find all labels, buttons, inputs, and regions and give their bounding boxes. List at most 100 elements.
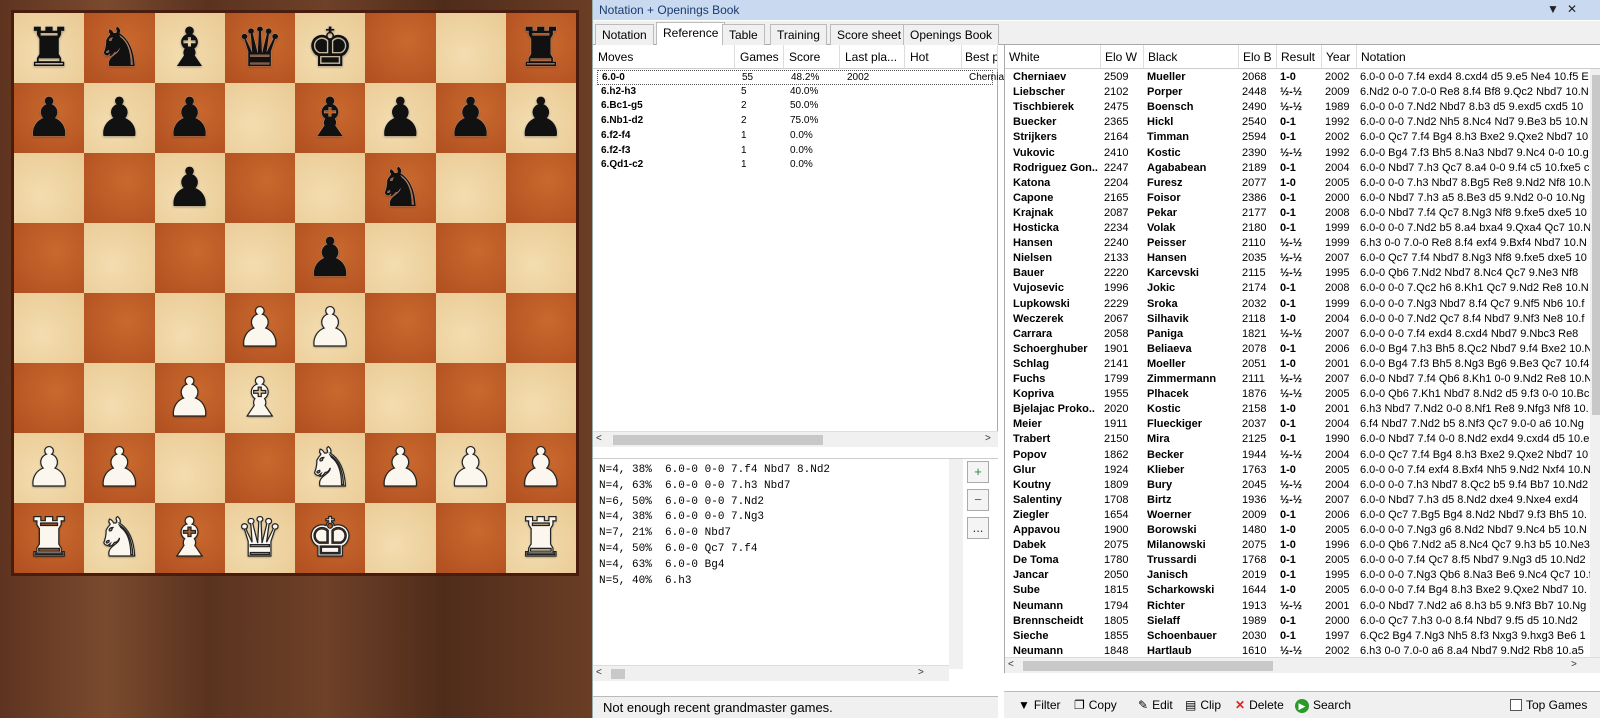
search-button[interactable]: ▶ Search [1295, 698, 1351, 713]
square-h7[interactable]: ♟ [505, 83, 576, 153]
game-row[interactable]: Katona 2204 Furesz 2077 1-0 2005 6.0-0 0-0 7.h… [1005, 176, 1590, 191]
square-b6[interactable] [84, 153, 155, 223]
square-f8[interactable] [365, 13, 436, 83]
chess-board[interactable]: ♜ ♞ ♝ ♛ ♚ ♜ ♟ ♟ ♟ ♝ ♟ ♟ ♟ ♟ ♞ ♟ ♟ ♟ ♟ ♝ ♟ ♟ ♞ ♟ ♟ ♟ ♜ ♞ ♝ ♛ ♚ ♜ [14, 13, 576, 573]
dropdown-arrow-icon[interactable]: ▼ [1547, 2, 1559, 16]
top-games-checkbox[interactable]: Top Games [1510, 698, 1587, 712]
square-e3[interactable] [295, 363, 366, 433]
move-row[interactable]: 6.0-0 55 48.2% 2002 Cherniaev [597, 70, 1015, 85]
games-horizontal-scrollbar[interactable]: < > [1005, 657, 1600, 673]
tab-training[interactable]: Training [770, 24, 827, 45]
black-pawn-icon[interactable]: ♟ [165, 161, 213, 215]
square-c3[interactable]: ♟ [154, 363, 225, 433]
square-a6[interactable] [14, 153, 85, 223]
square-g2[interactable]: ♟ [435, 433, 506, 503]
game-row[interactable]: Carrara 2058 Paniga 1821 ½-½ 2007 6.0-0 0-0 7.… [1005, 327, 1590, 342]
white-pawn-icon[interactable]: ♟ [446, 440, 496, 495]
black-knight-icon[interactable]: ♞ [95, 21, 143, 75]
square-f6[interactable]: ♞ [365, 153, 436, 223]
square-d1[interactable]: ♛ [224, 503, 295, 573]
game-row[interactable]: Schoerghuber 1901 Beliaeva 2078 0-1 2006 6.0-0… [1005, 342, 1590, 357]
square-h5[interactable] [505, 223, 576, 293]
white-pawn-icon[interactable]: ♟ [165, 370, 215, 425]
square-f1[interactable] [365, 503, 436, 573]
game-row[interactable]: Popov 1862 Becker 1944 ½-½ 2004 6.0-0 Qc7 7.f4… [1005, 448, 1590, 463]
copy-button[interactable]: ❐ Copy [1074, 698, 1117, 712]
game-row[interactable]: Tischbierek 2475 Boensch 2490 ½-½ 1989 6.0-0 0… [1005, 100, 1590, 115]
game-row[interactable]: Trabert 2150 Mira 2125 0-1 1990 6.0-0 Nbd7 7.f… [1005, 432, 1590, 447]
game-row[interactable]: De Toma 1780 Trussardi 1768 0-1 2005 6.0-0 0-0… [1005, 553, 1590, 568]
black-rook-icon[interactable]: ♜ [517, 21, 565, 75]
col-hot[interactable]: Hot [905, 45, 962, 69]
black-rook-icon[interactable]: ♜ [25, 21, 73, 75]
opening-note-line[interactable]: N=5, 40% 6.h3 [599, 575, 691, 587]
square-e1[interactable]: ♚ [295, 503, 366, 573]
checkbox-box[interactable] [1510, 699, 1522, 711]
square-b7[interactable]: ♟ [84, 83, 155, 153]
game-row[interactable]: Schlag 2141 Moeller 2051 1-0 2001 6.0-0 Bg4 7.… [1005, 357, 1590, 372]
square-d5[interactable] [224, 223, 295, 293]
square-g7[interactable]: ♟ [435, 83, 506, 153]
move-row[interactable]: 6.f2-f4 1 0.0% [597, 129, 993, 144]
square-f7[interactable]: ♟ [365, 83, 436, 153]
square-d7[interactable] [224, 83, 295, 153]
square-c8[interactable]: ♝ [154, 13, 225, 83]
game-row[interactable]: Dabek 2075 Milanowski 2075 1-0 1996 6.0-0 Qb6 … [1005, 538, 1590, 553]
black-knight-icon[interactable]: ♞ [376, 161, 424, 215]
square-d6[interactable] [224, 153, 295, 223]
game-row[interactable]: Vujosevic 1996 Jokic 2174 0-1 2008 6.0-0 0-0 7… [1005, 281, 1590, 296]
black-queen-icon[interactable]: ♛ [236, 21, 284, 75]
square-b4[interactable] [84, 293, 155, 363]
square-f3[interactable] [365, 363, 436, 433]
edit-button[interactable]: ✎ Edit [1138, 698, 1173, 712]
square-g6[interactable] [435, 153, 506, 223]
delete-button[interactable]: ✕ Delete [1235, 698, 1284, 712]
square-e8[interactable]: ♚ [295, 13, 366, 83]
opening-note-line[interactable]: N=4, 38% 6.0-0 0-0 7.Ng3 [599, 511, 764, 523]
game-row[interactable]: Bjelajac Proko.. 2020 Kostic 2158 1-0 2001 6.h… [1005, 402, 1590, 417]
white-pawn-icon[interactable]: ♟ [516, 440, 566, 495]
black-pawn-icon[interactable]: ♟ [376, 91, 424, 145]
square-d3[interactable]: ♝ [224, 363, 295, 433]
square-g8[interactable] [435, 13, 506, 83]
move-row[interactable]: 6.f2-f3 1 0.0% [597, 144, 993, 159]
square-a4[interactable] [14, 293, 85, 363]
col-black[interactable]: Black [1144, 45, 1239, 69]
square-b5[interactable] [84, 223, 155, 293]
tab-table[interactable]: Table [722, 24, 765, 45]
black-bishop-icon[interactable]: ♝ [165, 21, 213, 75]
game-row[interactable]: Sieche 1855 Schoenbauer 2030 0-1 1997 6.Qc2 Bg… [1005, 629, 1590, 644]
black-pawn-icon[interactable]: ♟ [306, 231, 354, 285]
notes-horizontal-scrollbar[interactable]: < > [593, 665, 949, 681]
game-row[interactable]: Lupkowski 2229 Sroka 2032 0-1 1999 6.0-0 0-0 7… [1005, 297, 1590, 312]
game-row[interactable]: Neumann 1794 Richter 1913 ½-½ 2001 6.0-0 Nbd7 … [1005, 599, 1590, 614]
square-d4[interactable]: ♟ [224, 293, 295, 363]
square-a3[interactable] [14, 363, 85, 433]
white-rook-icon[interactable]: ♜ [24, 510, 74, 565]
col-year[interactable]: Year [1322, 45, 1357, 69]
col-result[interactable]: Result [1277, 45, 1322, 69]
game-row[interactable]: Buecker 2365 Hickl 2540 0-1 1992 6.0-0 0-0 7.N… [1005, 115, 1590, 130]
square-a7[interactable]: ♟ [14, 83, 85, 153]
filter-button[interactable]: ▼ Filter [1018, 698, 1061, 712]
opening-note-line[interactable]: N=4, 63% 6.0-0 0-0 7.h3 Nbd7 [599, 480, 790, 492]
col-games[interactable]: Games [735, 45, 784, 69]
move-row[interactable]: 6.Nb1-d2 2 75.0% [597, 114, 993, 129]
square-h1[interactable]: ♜ [505, 503, 576, 573]
game-row[interactable]: Strijkers 2164 Timman 2594 0-1 2002 6.0-0 Qc7 … [1005, 130, 1590, 145]
opening-note-line[interactable]: N=4, 63% 6.0-0 Bg4 [599, 559, 724, 571]
tab-score-sheet[interactable]: Score sheet [830, 24, 909, 45]
game-row[interactable]: Weczerek 2067 Silhavik 2118 1-0 2004 6.0-0 0-0… [1005, 312, 1590, 327]
clip-button[interactable]: ▤ Clip [1185, 698, 1221, 712]
tab-openings-book[interactable]: Openings Book [903, 24, 1000, 45]
black-pawn-icon[interactable]: ♟ [165, 91, 213, 145]
black-pawn-icon[interactable]: ♟ [95, 91, 143, 145]
white-pawn-icon[interactable]: ♟ [235, 300, 285, 355]
move-row[interactable]: 6.h2-h3 5 40.0% [597, 85, 993, 100]
move-row[interactable]: 6.Qd1-c2 1 0.0% [597, 158, 993, 173]
opening-note-line[interactable]: N=7, 21% 6.0-0 Nbd7 [599, 527, 731, 539]
game-row[interactable]: Hansen 2240 Peisser 2110 ½-½ 1999 6.h3 0-0 7.0… [1005, 236, 1590, 251]
games-vertical-scrollbar[interactable] [1590, 69, 1600, 657]
col-elo-w[interactable]: Elo W [1101, 45, 1144, 69]
white-king-icon[interactable]: ♚ [305, 510, 355, 565]
